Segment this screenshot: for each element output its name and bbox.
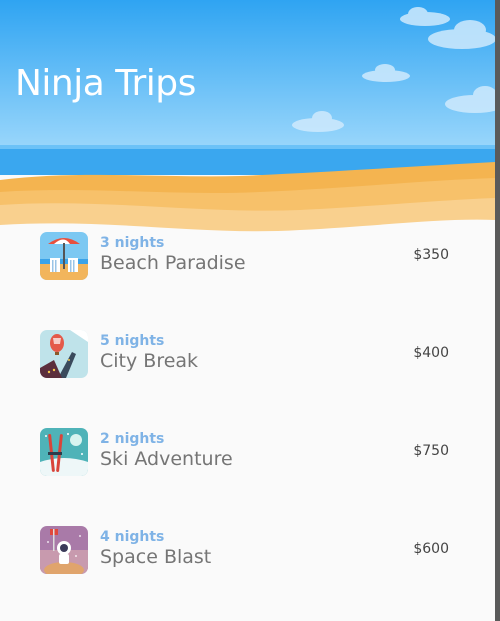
trip-price: $350 [413, 247, 449, 263]
hot-air-balloon-icon [40, 330, 88, 378]
astronaut-icon [40, 526, 88, 574]
trip-nights: 3 nights [100, 235, 165, 251]
beach-umbrella-icon [40, 232, 88, 280]
trip-item-space-blast[interactable]: 4 nights Space Blast $600 [0, 514, 495, 612]
trip-name: Space Blast [100, 546, 212, 568]
app-title: Ninja Trips [15, 63, 196, 104]
trip-name: Ski Adventure [100, 448, 233, 470]
header-banner: Ninja Trips [0, 0, 495, 235]
beach-banner-illustration [0, 0, 495, 235]
trip-name: Beach Paradise [100, 252, 246, 274]
trip-item-city-break[interactable]: 5 nights City Break $400 [0, 318, 495, 416]
trip-item-beach-paradise[interactable]: 3 nights Beach Paradise $350 [0, 220, 495, 318]
trip-price: $750 [413, 443, 449, 459]
trip-list: 3 nights Beach Paradise $350 5 nights Ci… [0, 220, 495, 612]
window-edge [495, 0, 500, 621]
trip-price: $600 [413, 541, 449, 557]
skis-icon [40, 428, 88, 476]
trip-nights: 5 nights [100, 333, 165, 349]
trip-nights: 2 nights [100, 431, 165, 447]
trip-name: City Break [100, 350, 199, 372]
trip-item-ski-adventure[interactable]: 2 nights Ski Adventure $750 [0, 416, 495, 514]
trip-nights: 4 nights [100, 529, 165, 545]
trip-price: $400 [413, 345, 449, 361]
